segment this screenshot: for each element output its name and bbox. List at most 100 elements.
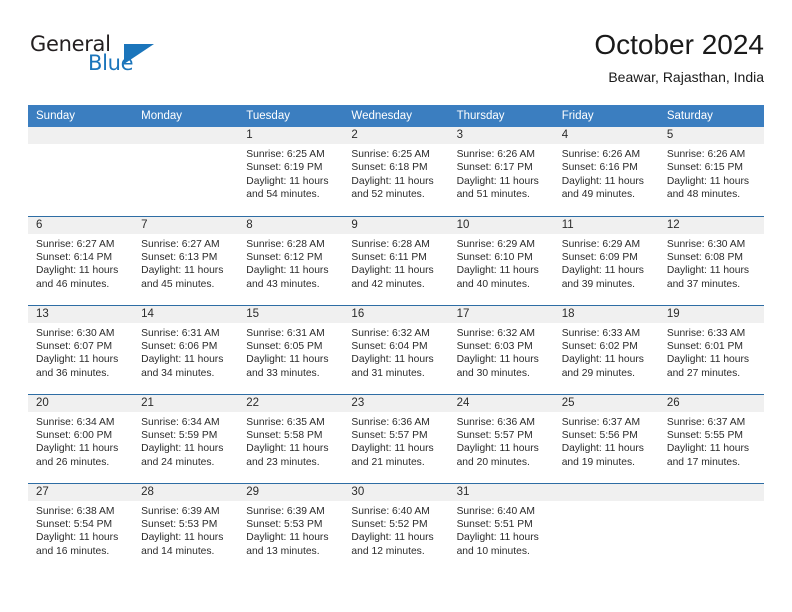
calendar-day-cell[interactable]: 15 Sunrise: 6:31 AM Sunset: 6:05 PM Dayligh… [238,304,344,394]
day-details: Sunrise: 6:34 AM Sunset: 6:00 PM Daylight:… [28,412,133,470]
daylight-duration-line1: Daylight: 11 hours [351,175,434,187]
daylight-duration-line1: Daylight: 11 hours [561,175,644,187]
calendar-day-cell[interactable]: 23 Sunrise: 6:36 AM Sunset: 5:57 PM Dayligh… [343,393,449,483]
day-number [553,483,659,501]
sunset-time: Sunset: 6:02 PM [561,340,638,352]
day-details: Sunrise: 6:31 AM Sunset: 6:06 PM Daylight:… [133,323,238,381]
sunrise-time: Sunrise: 6:27 AM [36,238,115,250]
daylight-duration-line1: Daylight: 11 hours [246,265,329,277]
sunrise-time: Sunrise: 6:28 AM [246,238,325,250]
day-details: Sunrise: 6:39 AM Sunset: 5:53 PM Daylight:… [133,501,238,559]
daylight-duration-line2: and 14 minutes. [141,545,215,557]
day-details: Sunrise: 6:28 AM Sunset: 6:11 PM Daylight:… [343,234,448,292]
daylight-duration-line1: Daylight: 11 hours [456,532,539,544]
daylight-duration-line1: Daylight: 11 hours [561,265,644,277]
sunrise-time: Sunrise: 6:26 AM [561,149,641,160]
sunrise-time: Sunrise: 6:38 AM [36,505,115,517]
calendar-week-row: 1 Sunrise: 6:25 AM Sunset: 6:19 PM Daylight… [28,127,764,216]
calendar-page: General Blue October 2024 Beawar, Rajast… [0,0,792,612]
day-details: Sunrise: 6:29 AM Sunset: 6:10 PM Daylight:… [449,234,554,292]
sunrise-time: Sunrise: 6:40 AM [456,505,535,517]
daylight-duration-line1: Daylight: 11 hours [351,265,434,277]
calendar-day-cell[interactable]: 18 Sunrise: 6:33 AM Sunset: 6:02 PM Dayligh… [553,304,659,394]
calendar-day-cell[interactable]: 31 Sunrise: 6:40 AM Sunset: 5:51 PM Dayligh… [448,482,554,572]
calendar-day-cell[interactable]: 12 Sunrise: 6:30 AM Sunset: 6:08 PM Dayligh… [658,215,764,305]
daylight-duration-line2: and 37 minutes. [666,278,741,290]
calendar-day-cell[interactable]: 26 Sunrise: 6:37 AM Sunset: 5:55 PM Dayligh… [658,393,764,483]
calendar-day-cell[interactable]: 16 Sunrise: 6:32 AM Sunset: 6:04 PM Dayligh… [343,304,449,394]
calendar-day-cell[interactable]: 9 Sunrise: 6:28 AM Sunset: 6:11 PM Daylight… [343,215,449,305]
calendar-day-cell[interactable]: 24 Sunrise: 6:36 AM Sunset: 5:57 PM Dayligh… [448,393,554,483]
day-number: 2 [343,127,449,144]
daylight-duration-line2: and 21 minutes. [351,456,425,468]
daylight-duration-line2: and 29 minutes. [561,367,635,379]
sunrise-time: Sunrise: 6:37 AM [561,416,641,428]
day-details: Sunrise: 6:40 AM Sunset: 5:51 PM Daylight:… [449,501,554,559]
sunrise-time: Sunrise: 6:37 AM [666,416,746,428]
calendar-day-cell[interactable]: 4 Sunrise: 6:26 AM Sunset: 6:16 PM Daylight… [553,127,659,216]
day-number: 7 [133,216,239,234]
daylight-duration-line1: Daylight: 11 hours [456,443,539,455]
sunset-time: Sunset: 6:01 PM [666,340,743,352]
daylight-duration-line1: Daylight: 11 hours [666,265,750,277]
weekday-header-monday: Monday [133,105,239,127]
sunset-time: Sunset: 6:07 PM [36,340,113,352]
day-number: 5 [658,127,764,144]
calendar-day-cell[interactable]: 19 Sunrise: 6:33 AM Sunset: 6:01 PM Dayligh… [658,304,764,394]
weekday-header-friday: Friday [553,105,659,127]
calendar-day-cell[interactable]: 3 Sunrise: 6:26 AM Sunset: 6:17 PM Daylight… [448,127,554,216]
calendar-week-row: 13 Sunrise: 6:30 AM Sunset: 6:07 PM Dayligh… [28,304,764,394]
sunset-time: Sunset: 6:14 PM [36,251,113,263]
calendar-day-cell[interactable]: 11 Sunrise: 6:29 AM Sunset: 6:09 PM Dayligh… [553,215,659,305]
calendar-day-cell[interactable]: 28 Sunrise: 6:39 AM Sunset: 5:53 PM Dayligh… [133,482,239,572]
calendar-day-cell[interactable]: 8 Sunrise: 6:28 AM Sunset: 6:12 PM Daylight… [238,215,344,305]
calendar-day-cell[interactable]: 30 Sunrise: 6:40 AM Sunset: 5:52 PM Dayligh… [343,482,449,572]
sunset-time: Sunset: 5:53 PM [141,518,218,530]
calendar-day-cell[interactable]: 29 Sunrise: 6:39 AM Sunset: 5:53 PM Dayligh… [238,482,344,572]
sunrise-time: Sunrise: 6:31 AM [141,327,220,339]
day-details: Sunrise: 6:37 AM Sunset: 5:55 PM Daylight:… [659,412,764,470]
daylight-duration-line2: and 13 minutes. [246,545,320,557]
sunrise-time: Sunrise: 6:25 AM [246,149,325,160]
day-details: Sunrise: 6:32 AM Sunset: 6:03 PM Daylight:… [449,323,554,381]
calendar-day-cell[interactable]: 21 Sunrise: 6:34 AM Sunset: 5:59 PM Dayligh… [133,393,239,483]
day-details: Sunrise: 6:33 AM Sunset: 6:02 PM Daylight:… [554,323,659,381]
day-number [133,127,239,144]
day-details: Sunrise: 6:35 AM Sunset: 5:58 PM Daylight:… [238,412,343,470]
calendar-day-cell[interactable]: 7 Sunrise: 6:27 AM Sunset: 6:13 PM Daylight… [133,215,239,305]
calendar-day-cell[interactable]: 20 Sunrise: 6:34 AM Sunset: 6:00 PM Dayligh… [28,393,134,483]
sunset-time: Sunset: 6:04 PM [351,340,428,352]
calendar-day-cell[interactable]: 5 Sunrise: 6:26 AM Sunset: 6:15 PM Daylight… [658,127,764,216]
sunset-time: Sunset: 5:58 PM [246,429,323,441]
sunset-time: Sunset: 6:03 PM [456,340,533,352]
daylight-duration-line2: and 39 minutes. [561,278,635,290]
calendar-day-cell[interactable]: 1 Sunrise: 6:25 AM Sunset: 6:19 PM Daylight… [238,127,344,216]
sunset-time: Sunset: 6:00 PM [36,429,113,441]
daylight-duration-line2: and 36 minutes. [36,367,110,379]
day-details: Sunrise: 6:25 AM Sunset: 6:18 PM Daylight:… [343,144,448,202]
daylight-duration-line2: and 33 minutes. [246,367,320,379]
calendar-day-cell[interactable]: 27 Sunrise: 6:38 AM Sunset: 5:54 PM Dayligh… [28,482,134,572]
day-number: 14 [133,305,239,323]
calendar-day-cell[interactable]: 10 Sunrise: 6:29 AM Sunset: 6:10 PM Dayligh… [448,215,554,305]
calendar-day-cell[interactable]: 6 Sunrise: 6:27 AM Sunset: 6:14 PM Daylight… [28,215,134,305]
calendar-day-cell[interactable]: 13 Sunrise: 6:30 AM Sunset: 6:07 PM Dayligh… [28,304,134,394]
daylight-duration-line2: and 54 minutes. [246,189,320,201]
day-details: Sunrise: 6:38 AM Sunset: 5:54 PM Daylight:… [28,501,133,559]
calendar-day-cell[interactable]: 25 Sunrise: 6:37 AM Sunset: 5:56 PM Dayligh… [553,393,659,483]
calendar-day-cell[interactable]: 22 Sunrise: 6:35 AM Sunset: 5:58 PM Dayligh… [238,393,344,483]
daylight-duration-line1: Daylight: 11 hours [456,175,539,187]
generalblue-logo[interactable]: General Blue [28,32,168,88]
sunrise-time: Sunrise: 6:39 AM [246,505,325,517]
sunrise-time: Sunrise: 6:31 AM [246,327,325,339]
calendar-day-cell[interactable]: 2 Sunrise: 6:25 AM Sunset: 6:18 PM Daylight… [343,127,449,216]
sunrise-time: Sunrise: 6:29 AM [561,238,641,250]
daylight-duration-line2: and 30 minutes. [456,367,530,379]
day-details: Sunrise: 6:26 AM Sunset: 6:15 PM Daylight:… [659,144,764,202]
calendar-day-cell[interactable]: 17 Sunrise: 6:32 AM Sunset: 6:03 PM Dayligh… [448,304,554,394]
daylight-duration-line1: Daylight: 11 hours [36,443,119,455]
sunrise-time: Sunrise: 6:33 AM [561,327,641,339]
sunset-time: Sunset: 6:16 PM [561,162,638,174]
calendar-day-cell[interactable]: 14 Sunrise: 6:31 AM Sunset: 6:06 PM Dayligh… [133,304,239,394]
day-number: 20 [28,394,134,412]
